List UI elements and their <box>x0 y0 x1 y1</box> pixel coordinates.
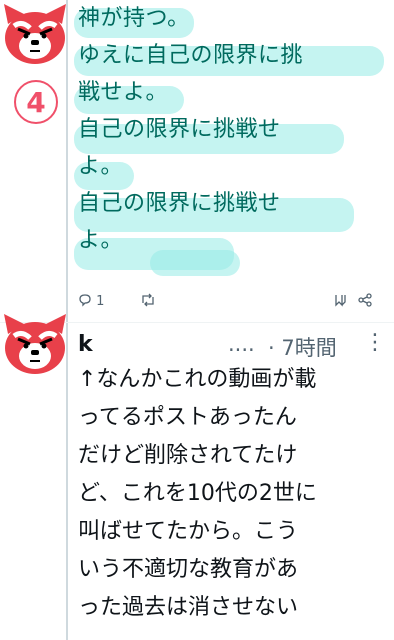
red-panda-icon <box>4 314 66 374</box>
post1-actions: 1 <box>78 293 378 317</box>
post1-line: 戦せよ。 <box>78 80 169 105</box>
post1-line: よ。 <box>78 154 124 179</box>
post1-line: 神が持つ。 <box>78 6 190 31</box>
post2-line: だけど削除されてたけ <box>78 443 298 468</box>
bookmark-button[interactable] <box>334 293 348 311</box>
post1-line: ゆえに自己の限界に挑 <box>78 43 304 68</box>
avatar[interactable] <box>2 2 68 68</box>
red-panda-icon <box>4 4 66 64</box>
reply-icon <box>79 294 91 307</box>
post1-text: 神が持つ。 ゆえに自己の限界に挑 戦せよ。 自己の限界に挑戦せ よ。 自己の限界… <box>78 0 384 259</box>
post2-line: ど、これを10代の2世に <box>78 481 317 506</box>
post-time[interactable]: · 7時間 <box>268 332 337 362</box>
avatar[interactable] <box>2 312 68 378</box>
post2-line: ってるポストあったん <box>78 405 297 430</box>
reply-count: 1 <box>96 294 105 309</box>
number-badge: 4 <box>14 80 58 124</box>
post1-line: 自己の限界に挑戦せ <box>78 191 281 216</box>
share-button[interactable] <box>358 293 372 311</box>
post2-header: k .... · 7時間 ⋮ <box>78 330 386 364</box>
bookmark-icon <box>335 295 346 307</box>
more-options-icon[interactable]: ⋮ <box>364 330 386 355</box>
share-icon <box>358 293 372 307</box>
post2-line: 叫ばせてたから。こう <box>78 519 299 544</box>
post2-line: いう不適切な教育があ <box>78 557 299 582</box>
post1-line: 自己の限界に挑戦せ <box>78 117 281 142</box>
post1-line: よ。 <box>78 228 124 253</box>
repost-button[interactable] <box>140 293 156 311</box>
author-name[interactable]: k <box>78 332 93 357</box>
repost-icon <box>142 293 154 307</box>
post2-line: ↑なんかこれの動画が載 <box>78 367 317 392</box>
reply-button[interactable]: 1 <box>78 293 104 309</box>
post2-line: った過去は消させない <box>78 595 299 620</box>
author-handle-redacted: .... <box>228 332 255 356</box>
post2-text: ↑なんかこれの動画が載 ってるポストあったん だけど削除されてたけ ど、これを1… <box>78 361 388 627</box>
